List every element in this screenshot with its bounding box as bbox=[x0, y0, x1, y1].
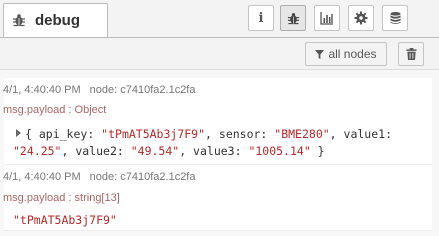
filter-icon bbox=[315, 49, 325, 59]
bar-chart-icon bbox=[320, 12, 333, 25]
info-button[interactable]: i bbox=[248, 5, 274, 31]
trash-icon bbox=[405, 48, 417, 60]
tab-debug[interactable]: debug bbox=[3, 3, 108, 37]
expand-caret-icon[interactable] bbox=[16, 129, 21, 137]
gear-icon bbox=[354, 11, 368, 25]
message-node-id[interactable]: node: c7410fa2.1c2fa bbox=[90, 171, 196, 183]
message-meta: 4/1, 4:40:40 PM node: c7410fa2.1c2fa bbox=[3, 171, 195, 183]
message-topic: msg.payload : string[13] bbox=[3, 192, 120, 204]
message-topic: msg.payload : Object bbox=[3, 104, 107, 116]
context-data-button[interactable] bbox=[382, 5, 408, 31]
payload-object-line-1[interactable]: { api_key: "tPmAT5Ab3j7F9", sensor: "BME… bbox=[25, 127, 392, 141]
clear-messages-button[interactable] bbox=[398, 42, 424, 66]
info-icon: i bbox=[258, 10, 264, 26]
filter-all-nodes-button[interactable]: all nodes bbox=[305, 42, 387, 66]
message-timestamp: 4/1, 4:40:40 PM bbox=[3, 84, 81, 96]
message-node-id[interactable]: node: c7410fa2.1c2fa bbox=[90, 84, 196, 96]
payload-object-line-2[interactable]: "24.25", value2: "49.54", value3: "1005.… bbox=[13, 144, 325, 158]
debug-button[interactable] bbox=[280, 5, 306, 31]
bug-icon bbox=[13, 14, 25, 27]
database-icon bbox=[389, 11, 401, 25]
bug-icon bbox=[287, 12, 299, 24]
settings-button[interactable] bbox=[348, 5, 374, 31]
chart-button[interactable] bbox=[314, 5, 340, 31]
filter-label: all nodes bbox=[328, 47, 377, 61]
tab-debug-label: debug bbox=[35, 12, 80, 29]
message-timestamp: 4/1, 4:40:40 PM bbox=[3, 171, 81, 183]
message-meta: 4/1, 4:40:40 PM node: c7410fa2.1c2fa bbox=[3, 84, 195, 96]
payload-string[interactable]: "tPmAT5Ab3j7F9" bbox=[13, 213, 117, 227]
